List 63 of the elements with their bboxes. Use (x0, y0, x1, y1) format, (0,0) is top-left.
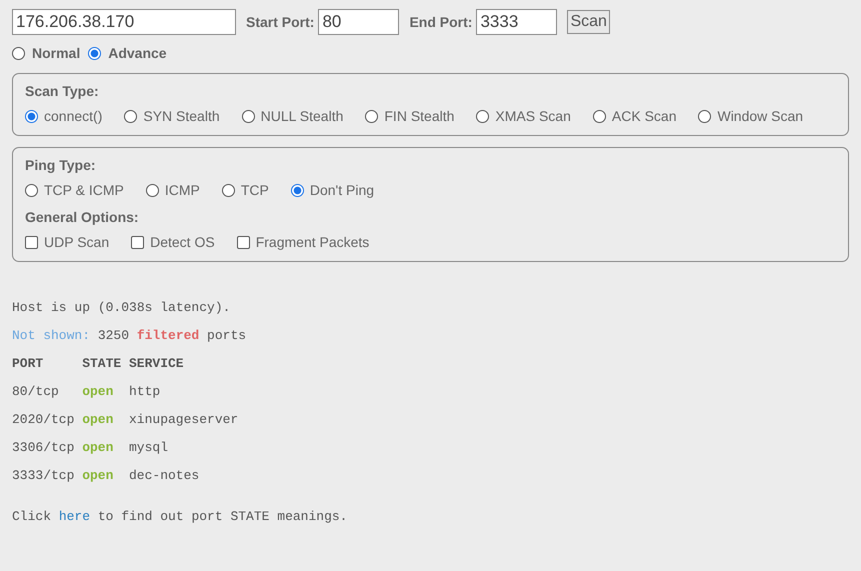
radio-button[interactable] (290, 184, 304, 196)
radio-button[interactable] (242, 110, 255, 122)
state-cell-text: open (82, 439, 114, 457)
option-label: Fragment Packets (256, 234, 370, 250)
scan-button[interactable]: Scan (567, 10, 610, 34)
mode-label: Normal (32, 45, 80, 61)
output-text: filtered (136, 327, 200, 345)
radio-button[interactable] (124, 110, 138, 122)
scan-type-label: FIN Stealth (384, 108, 454, 124)
state-cell-text: open (82, 383, 114, 401)
start-port-label: Start Port: (246, 14, 314, 30)
service-cell-text: mysql (129, 439, 170, 457)
output-text: ports (207, 327, 246, 345)
service-cell-text: dec-notes (129, 467, 200, 485)
radio-button[interactable] (222, 184, 235, 196)
scan-type-label: NULL Stealth (260, 108, 344, 124)
here-link[interactable]: here (58, 509, 90, 524)
port-cell-text: 3333/tcp (12, 467, 76, 485)
service-cell-text: http (129, 383, 162, 401)
radio-button[interactable] (698, 110, 712, 122)
host-status-text: Host is up (0.038s latency). (12, 299, 232, 317)
mode-label: Advance (108, 45, 167, 61)
general-options-title: General Options: (25, 209, 140, 225)
checkbox[interactable] (25, 236, 38, 248)
scan-type-label: ACK Scan (612, 108, 676, 124)
radio-button[interactable] (88, 46, 102, 60)
start-port-field[interactable]: 80 (318, 9, 400, 35)
scan-type-label: XMAS Scan (495, 108, 571, 124)
radio-button[interactable] (476, 110, 490, 122)
radio-button[interactable] (25, 184, 38, 196)
ping-type-label: TCP (240, 182, 269, 198)
checkbox[interactable] (131, 236, 144, 248)
column-header: SERVICE (129, 355, 185, 373)
output-text: 3250 (98, 327, 130, 345)
service-cell-text: xinupageserver (129, 411, 238, 429)
scan-type-title: Scan Type: (25, 83, 100, 99)
end-port-field[interactable]: 3333 (476, 9, 558, 35)
ping-type-title: Ping Type: (25, 157, 97, 173)
state-cell-text: open (82, 411, 114, 429)
radio-button[interactable] (12, 46, 25, 60)
port-cell-text: 2020/tcp (12, 411, 76, 429)
output-text: Not shown: (12, 327, 90, 345)
column-header: STATE (82, 355, 122, 373)
radio-button[interactable] (592, 110, 606, 122)
end-port-label: End Port: (409, 14, 472, 30)
ping-type-label: TCP & ICMP (44, 182, 124, 198)
ping-type-label: ICMP (164, 182, 200, 198)
radio-button[interactable] (365, 110, 378, 122)
option-label: Detect OS (150, 234, 215, 250)
help-text: Click here to find out port STATE meanings. (12, 508, 348, 526)
host-field[interactable]: 176.206.38.170 (12, 9, 236, 35)
port-cell-text: 3306/tcp (12, 439, 76, 457)
scan-type-label: connect() (44, 108, 102, 124)
radio-button[interactable] (146, 184, 159, 196)
state-cell-text: open (82, 467, 114, 485)
scan-type-label: SYN Stealth (143, 108, 220, 124)
scan-type-label: Window Scan (717, 108, 804, 124)
radio-button[interactable] (25, 110, 38, 122)
ping-type-label: Don't Ping (310, 182, 374, 198)
option-label: UDP Scan (44, 234, 110, 250)
column-header: PORT (12, 355, 44, 373)
checkbox[interactable] (236, 236, 250, 248)
port-cell-text: 80/tcp (12, 383, 60, 401)
